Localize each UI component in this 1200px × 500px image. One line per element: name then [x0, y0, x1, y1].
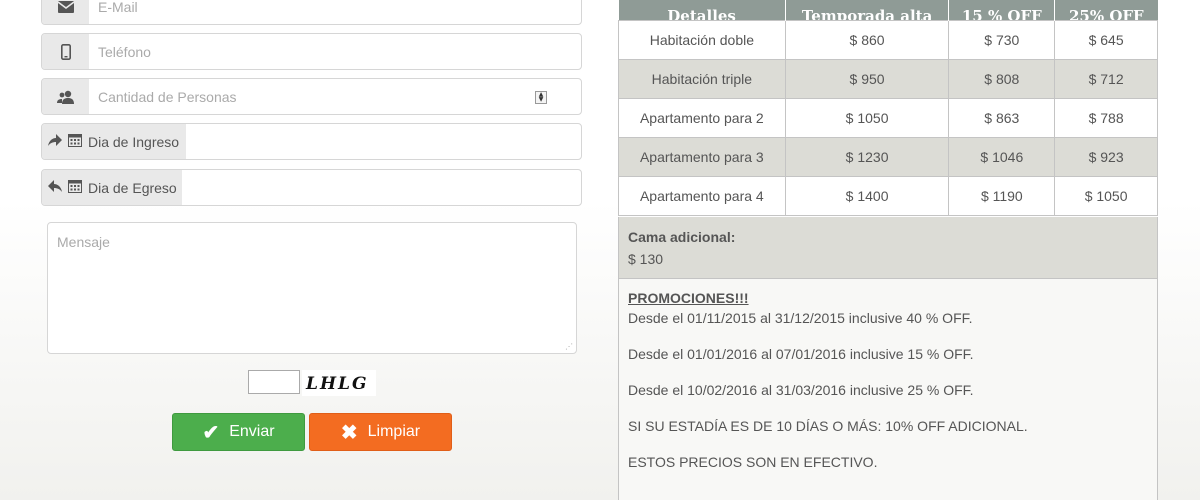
promotion-line: Desde el 01/01/2016 al 07/01/2016 inclus… [628, 346, 974, 362]
calendar-icon [68, 133, 82, 151]
table-cell: Habitación doble [618, 19, 786, 60]
column-header: 15 % OFF [948, 0, 1056, 20]
check-icon: ✔ [202, 421, 220, 444]
column-header: Detalles [618, 0, 786, 20]
checkout-date-field[interactable]: Dia de Egreso [41, 169, 582, 206]
checkin-label: Dia de Ingreso [88, 133, 180, 150]
extra-bed-box: Cama adicional: $ 130 [618, 217, 1158, 279]
promotion-line: SI SU ESTADÍA ES DE 10 DÍAS O MÁS: 10% O… [628, 418, 1028, 434]
checkin-date-field[interactable]: Dia de Ingreso [41, 123, 582, 160]
checkout-addon: Dia de Egreso [42, 170, 182, 205]
resize-grip-icon[interactable]: ⋰ [565, 342, 573, 351]
table-cell: Apartamento para 4 [618, 175, 786, 216]
clear-label: Limpiar [367, 423, 421, 440]
extra-bed-title: Cama adicional: [628, 229, 736, 245]
email-placeholder: E-Mail [98, 0, 138, 15]
promotion-line: ESTOS PRECIOS SON EN EFECTIVO. [628, 454, 878, 470]
extra-bed-price: $ 130 [628, 251, 664, 267]
table-cell: $ 645 [1054, 19, 1158, 60]
table-row: Habitación triple $ 950 $ 808 $ 712 [618, 58, 1158, 99]
people-quantity-placeholder: Cantidad de Personas [98, 88, 237, 105]
promotions-title: PROMOCIONES!!! [628, 290, 749, 306]
promotions-box: PROMOCIONES!!! Desde el 01/11/2015 al 31… [618, 279, 1158, 500]
promotion-line: Desde el 10/02/2016 al 31/03/2016 inclus… [628, 382, 974, 398]
table-cell: $ 1050 [1054, 175, 1158, 216]
table-row: Habitación doble $ 860 $ 730 $ 645 [618, 19, 1158, 60]
checkin-addon: Dia de Ingreso [42, 124, 186, 159]
share-arrow-icon [48, 133, 62, 150]
table-row: Apartamento para 3 $ 1230 $ 1046 $ 923 [618, 136, 1158, 177]
table-cell: $ 1190 [948, 175, 1056, 216]
captcha-input[interactable] [248, 370, 300, 394]
send-button[interactable]: ✔ Enviar [172, 413, 305, 451]
table-cell: $ 712 [1054, 58, 1158, 99]
reply-arrow-icon [48, 179, 62, 196]
message-placeholder: Mensaje [57, 234, 110, 250]
table-cell: $ 863 [948, 97, 1056, 138]
price-table: Detalles Temporada alta 15 % OFF 25% OFF… [618, 0, 1158, 216]
table-cell: Apartamento para 2 [618, 97, 786, 138]
table-cell: $ 788 [1054, 97, 1158, 138]
table-cell: $ 860 [784, 19, 950, 60]
checkout-label: Dia de Egreso [88, 179, 177, 196]
phone-field[interactable]: Teléfono [41, 33, 582, 70]
promotion-line: Desde el 01/11/2015 al 31/12/2015 inclus… [628, 310, 973, 326]
table-cell: $ 1046 [948, 136, 1056, 177]
calendar-icon [68, 179, 82, 197]
table-cell: $ 730 [948, 19, 1056, 60]
table-cell: $ 1050 [784, 97, 950, 138]
table-cell: $ 808 [948, 58, 1056, 99]
close-icon: ✖ [340, 421, 358, 444]
clear-button[interactable]: ✖ Limpiar [309, 413, 452, 451]
table-header-row: Detalles Temporada alta 15 % OFF 25% OFF [618, 0, 1158, 20]
table-cell: Habitación triple [618, 58, 786, 99]
table-row: Apartamento para 4 $ 1400 $ 1190 $ 1050 [618, 175, 1158, 216]
price-table-container: Detalles Temporada alta 15 % OFF 25% OFF… [618, 0, 1158, 216]
phone-icon [42, 34, 89, 69]
table-cell: $ 1230 [784, 136, 950, 177]
message-textarea[interactable]: Mensaje ⋰ [47, 222, 577, 354]
send-label: Enviar [229, 423, 275, 440]
quantity-stepper[interactable]: ▲ ▼ [535, 91, 547, 104]
table-cell: $ 1400 [784, 175, 950, 216]
table-cell: $ 923 [1054, 136, 1158, 177]
table-cell: $ 950 [784, 58, 950, 99]
column-header: 25% OFF [1054, 0, 1158, 20]
email-field[interactable]: E-Mail [41, 0, 582, 25]
captcha-image: LHLG [302, 370, 376, 396]
users-icon [42, 79, 89, 114]
table-cell: Apartamento para 3 [618, 136, 786, 177]
column-header: Temporada alta [785, 0, 950, 20]
table-row: Apartamento para 2 $ 1050 $ 863 $ 788 [618, 97, 1158, 138]
phone-placeholder: Teléfono [98, 43, 151, 60]
people-quantity-field[interactable]: Cantidad de Personas ▲ ▼ [41, 78, 582, 115]
envelope-icon [42, 0, 89, 24]
